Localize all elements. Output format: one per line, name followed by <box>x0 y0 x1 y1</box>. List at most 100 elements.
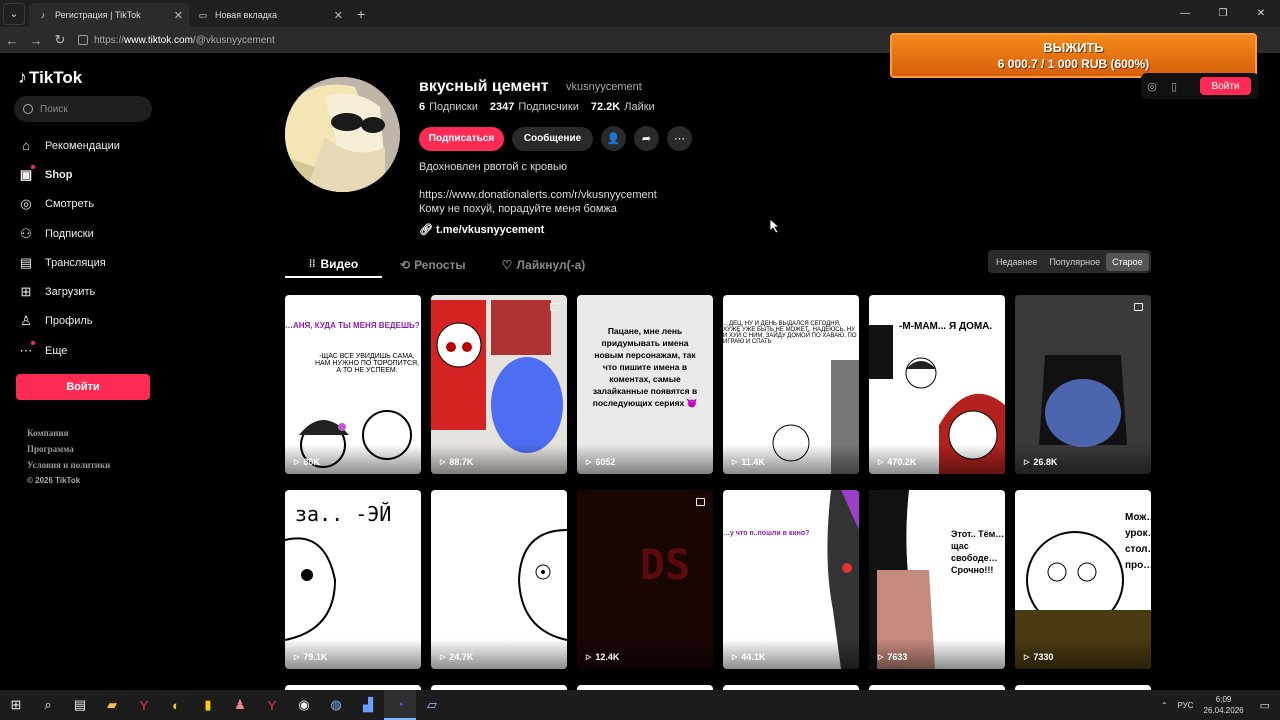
sidebar-item-recommendations[interactable]: ⌂ Рекомендации <box>18 131 158 160</box>
video-card[interactable]: DS ▷ 12.4K <box>577 490 713 669</box>
close-window-icon[interactable]: ✕ <box>1242 0 1280 27</box>
reload-icon[interactable]: ↻ <box>48 32 72 48</box>
search-icon[interactable]: ⌕ <box>32 690 64 720</box>
tiktok-logo[interactable]: ♪ TikTok <box>18 67 82 88</box>
edge-browser-icon[interactable]: ◔ <box>384 690 416 720</box>
browser-tab[interactable]: ▭ Новая вкладка ✕ <box>189 3 349 27</box>
repost-icon: ⟲ <box>400 258 411 272</box>
language-indicator[interactable]: РУС <box>1178 701 1194 710</box>
video-card[interactable]: ▷ 88.7K <box>431 295 567 474</box>
video-card[interactable]: Пацане, мне лень придумывать имена новым… <box>577 295 713 474</box>
app-icon[interactable]: ♟ <box>224 690 256 720</box>
browser-tab-active[interactable]: ♪ Регистрация | TikTok ✕ <box>29 3 189 27</box>
header-login-button[interactable]: Войти <box>1200 77 1251 95</box>
obs-icon[interactable]: ◉ <box>288 690 320 720</box>
video-card[interactable]: …у что п..пошли в кино? ▷ 44.1K <box>723 490 859 669</box>
profile-name: вкусный цемент <box>419 78 549 95</box>
app-icon[interactable]: ◐ <box>160 690 192 720</box>
video-card[interactable]: ▷ 24.7K <box>431 490 567 669</box>
video-card[interactable]: -М-МАМ... Я ДОМА. ▷ 470.2K <box>869 295 1005 474</box>
search-input[interactable]: Поиск <box>14 96 152 122</box>
forward-icon[interactable]: → <box>24 33 48 48</box>
sidebar-item-label: Подписки <box>45 227 94 240</box>
profile-link[interactable]: 🔗︎ t.me/vkusnyycement <box>419 223 544 236</box>
sidebar-item-label: Профиль <box>45 315 93 328</box>
yandex-browser-icon[interactable]: Y <box>128 690 160 720</box>
sidebar-item-live[interactable]: ▤ Трансляция <box>18 248 158 277</box>
new-tab-button[interactable]: + <box>357 6 365 22</box>
footer-link-program[interactable]: Программа <box>27 444 110 454</box>
bio-line: Кому не похуй, порадуйте меня бомжа <box>419 203 617 215</box>
back-icon[interactable]: ← <box>0 33 24 48</box>
video-card[interactable]: Мож… урок… стол… про… ▷7330 <box>1015 490 1151 669</box>
copyright: © 2026 TikTok <box>27 476 81 485</box>
windows-start-icon[interactable]: ⊞ <box>0 690 32 720</box>
tab-close-icon[interactable]: ✕ <box>174 9 183 22</box>
more-icon: ⋯ <box>19 342 33 358</box>
video-card[interactable]: ▷ 26.8K <box>1015 295 1151 474</box>
minimize-icon[interactable]: — <box>1166 0 1204 27</box>
more-options-icon[interactable]: ⋯ <box>667 126 692 151</box>
sidebar-login-button[interactable]: Войти <box>16 374 150 400</box>
sort-popular[interactable]: Популярное <box>1043 253 1106 271</box>
tab-list-button[interactable]: ⌄ <box>3 2 25 25</box>
app-icon[interactable]: ▱ <box>416 690 448 720</box>
tab-reposts[interactable]: ⟲ Репосты <box>382 252 484 278</box>
sidebar-item-explore[interactable]: ◎ Смотреть <box>18 190 158 219</box>
footer-link-company[interactable]: Компания <box>27 428 110 438</box>
site-info-icon[interactable] <box>78 35 88 45</box>
tray-chevron-icon[interactable]: ⌃ <box>1161 701 1168 710</box>
view-count: ▷ 6052 <box>586 457 616 467</box>
donation-goal-overlay: ВЫЖИТЬ 6 000.7 / 1 000 RUB (600%) <box>890 33 1257 78</box>
video-caption: Пацане, мне лень придумывать имена новым… <box>592 326 698 408</box>
compass-icon: ◎ <box>20 196 32 212</box>
pinned-icon <box>550 303 559 311</box>
play-icon: ▷ <box>1024 459 1030 466</box>
sort-recent[interactable]: Недавнее <box>990 253 1043 271</box>
sidebar-item-following[interactable]: ⚇ Подписки <box>18 219 158 248</box>
tab-liked[interactable]: ♡ Лайкнул(-а) <box>484 252 604 278</box>
tab-close-icon[interactable]: ✕ <box>334 9 343 22</box>
sidebar-item-upload[interactable]: ⊞ Загрузить <box>18 277 158 306</box>
view-count: ▷ 88.7K <box>440 457 474 467</box>
grid-icon: ⁞⁞ <box>308 258 316 270</box>
message-button[interactable]: Сообщение <box>512 126 593 151</box>
task-view-icon[interactable]: ▤ <box>64 690 96 720</box>
url-path: /@vkusnyycement <box>192 34 275 46</box>
sidebar-item-label: Загрузить <box>45 286 96 299</box>
coin-icon[interactable]: ◎ <box>1141 80 1163 93</box>
logo-text: TikTok <box>29 67 83 87</box>
following-stat[interactable]: 6 Подписки <box>419 101 478 113</box>
video-card[interactable]: …АНЯ, КУДА ТЫ МЕНЯ ВЕДЕШЬ? -ЩАС ВСЕ УВИД… <box>285 295 421 474</box>
app-icon[interactable]: ◍ <box>320 690 352 720</box>
chart-app-icon[interactable]: ▟ <box>352 690 384 720</box>
view-count: ▷ 24.7K <box>440 652 474 662</box>
sidebar-item-shop[interactable]: ▣ Shop <box>18 160 158 189</box>
sidebar-item-profile[interactable]: ♙ Профиль <box>18 307 158 336</box>
yandex-icon[interactable]: Y <box>256 690 288 720</box>
subscribe-button[interactable]: Подписаться <box>419 126 504 151</box>
app-icon[interactable]: ▮ <box>192 690 224 720</box>
video-card[interactable]: Этот.. Тём… щас свободе… Срочно!!! ▷ 7633 <box>869 490 1005 669</box>
device-icon[interactable]: ▯ <box>1163 80 1185 93</box>
sort-oldest[interactable]: Старое <box>1106 252 1149 271</box>
footer-link-terms[interactable]: Условия и политики <box>27 460 110 470</box>
add-friend-icon[interactable]: 👤 <box>601 126 626 151</box>
sidebar-item-more[interactable]: ⋯ Еще <box>18 336 158 365</box>
play-icon: ▷ <box>440 459 446 466</box>
video-card[interactable]: за.. -ЭЙ ▷ 79.1K <box>285 490 421 669</box>
video-card[interactable]: …ДЕЦ, НУ И ДЕНЬ ВЫДАЛСЯ СЕГОДНЯ, ХУЖЕ УЖ… <box>723 295 859 474</box>
notification-icon[interactable]: ▭ <box>1260 699 1270 712</box>
share-icon[interactable]: ➦ <box>634 126 659 151</box>
url-field[interactable]: https://www.tiktok.com/@vkusnyycement <box>78 35 275 46</box>
clock[interactable]: 6:09 26.04.2026 <box>1204 694 1244 716</box>
live-icon: ▤ <box>19 254 33 270</box>
play-icon: ▷ <box>586 654 592 661</box>
donation-progress: 6 000.7 / 1 000 RUB (600%) <box>997 57 1150 71</box>
tab-videos[interactable]: ⁞⁞ Видео <box>285 252 382 278</box>
maximize-icon[interactable]: ❐ <box>1204 0 1242 27</box>
file-explorer-icon[interactable]: ▰ <box>96 690 128 720</box>
tiktok-note-icon: ♪ <box>18 67 27 87</box>
followers-stat[interactable]: 2347 Подписчики <box>490 101 579 113</box>
notification-dot <box>31 341 35 346</box>
